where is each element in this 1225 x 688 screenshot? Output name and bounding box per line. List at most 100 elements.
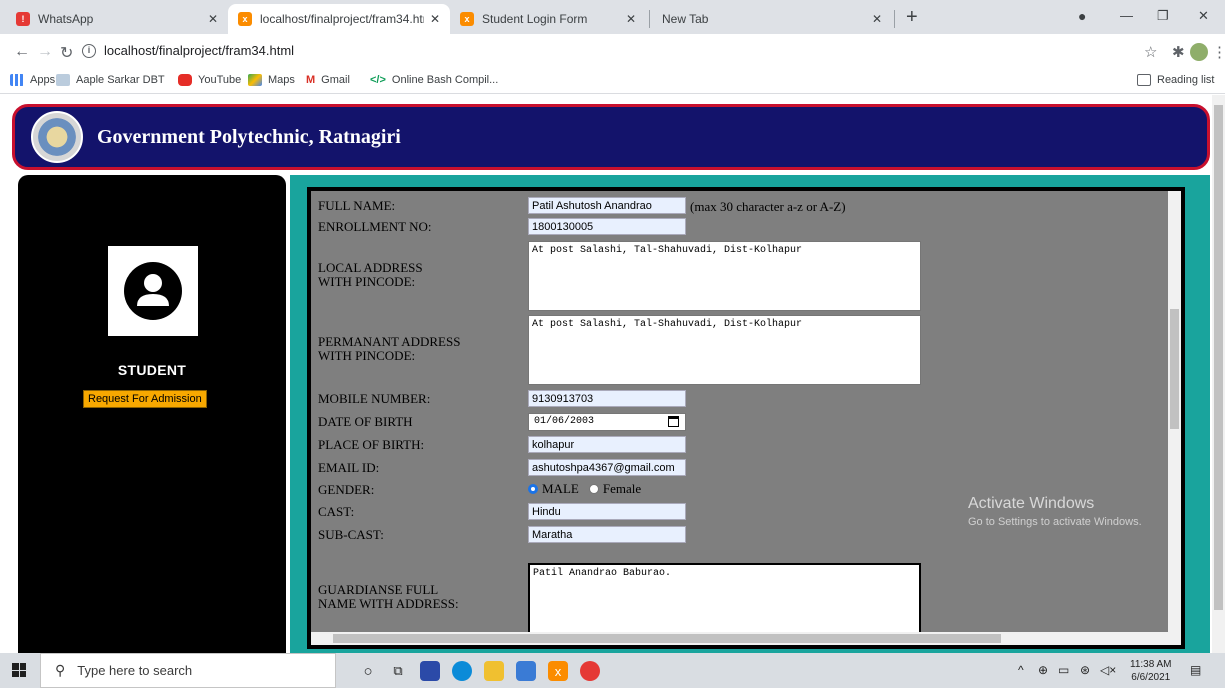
email-input[interactable]: ashutoshpa4367@gmail.com	[528, 459, 686, 476]
permanent-address-label-1: PERMANANT ADDRESS	[318, 334, 461, 349]
gender-male-label: MALE	[542, 481, 579, 496]
profile-menu-icon[interactable]: ●	[1078, 8, 1086, 24]
chrome-icon[interactable]	[580, 661, 600, 681]
close-tab-icon[interactable]: ✕	[430, 12, 440, 26]
menu-kebab-icon[interactable]: ⋮	[1212, 43, 1225, 61]
activate-windows-subtitle: Go to Settings to activate Windows.	[968, 516, 1142, 528]
bookmark-label: Aaple Sarkar DBT	[76, 74, 165, 86]
back-arrow-icon[interactable]: ←	[14, 43, 30, 61]
activate-windows-title: Activate Windows	[968, 495, 1095, 512]
guardian-label-1: GUARDIANSE FULL	[318, 582, 439, 597]
gmail-icon: M	[306, 74, 316, 86]
scrollbar-thumb[interactable]	[1214, 105, 1223, 610]
url-field[interactable]: i localhost/finalproject/fram34.html	[82, 43, 294, 58]
new-tab-plus-icon[interactable]: +	[906, 6, 918, 29]
gender-male-radio[interactable]	[528, 484, 538, 494]
document-app-icon[interactable]	[516, 661, 536, 681]
windows-start-icon[interactable]	[12, 663, 26, 677]
xampp-favicon-icon: x	[238, 12, 252, 26]
place-of-birth-input[interactable]: kolhapur	[528, 436, 686, 453]
page-vertical-scrollbar[interactable]	[1212, 95, 1225, 653]
extensions-puzzle-icon[interactable]: ✱	[1172, 43, 1185, 61]
scrollbar-thumb[interactable]	[333, 634, 1001, 643]
maps-icon	[248, 74, 262, 86]
tab-title: localhost/finalproject/fram34.htm	[260, 12, 424, 26]
search-icon: ⚲	[55, 662, 66, 678]
gender-radio-group: MALE Female	[528, 481, 641, 497]
student-sidebar: STUDENT Request For Admission	[18, 175, 286, 653]
bookmark-online-bash[interactable]: </> Online Bash Compil...	[370, 74, 498, 86]
local-address-textarea[interactable]: At post Salashi, Tal-Shahuvadi, Dist-Kol…	[528, 241, 921, 311]
bookmark-gmail[interactable]: M Gmail	[306, 74, 350, 86]
taskbar-search-box[interactable]: ⚲ Type here to search	[40, 653, 336, 688]
app-icon[interactable]	[420, 661, 440, 681]
dob-date-input[interactable]: 01/06/2003	[528, 413, 686, 431]
mobile-input[interactable]: 9130913703	[528, 390, 686, 407]
tray-chevron-icon[interactable]: ^	[1018, 663, 1024, 677]
dob-label: DATE OF BIRTH	[318, 414, 413, 429]
email-label: EMAIL ID:	[318, 460, 380, 475]
volume-icon[interactable]: ◁×	[1100, 663, 1116, 677]
bookmark-apps[interactable]: Apps	[10, 74, 55, 86]
restore-window-icon[interactable]: ❐	[1157, 8, 1169, 24]
aaple-sarkar-icon	[56, 74, 70, 86]
gender-female-radio[interactable]	[588, 484, 599, 494]
site-info-icon[interactable]: i	[82, 43, 96, 58]
tab-fram34[interactable]: x localhost/finalproject/fram34.htm ✕	[228, 4, 450, 34]
edge-icon[interactable]	[452, 661, 472, 681]
cortana-icon[interactable]: ○	[358, 661, 378, 681]
language-icon[interactable]: ⊛	[1080, 663, 1090, 677]
tab-new-tab[interactable]: New Tab ✕	[652, 4, 892, 34]
guardian-textarea[interactable]: Patil Anandrao Baburao.	[528, 563, 921, 635]
college-title: Government Polytechnic, Ratnagiri	[97, 125, 401, 148]
clock-time: 11:38 AM	[1130, 659, 1172, 670]
close-tab-icon[interactable]: ✕	[208, 12, 218, 26]
url-text: localhost/finalproject/fram34.html	[104, 43, 295, 58]
bookmark-maps[interactable]: Maps	[248, 74, 295, 86]
scrollbar-thumb[interactable]	[1170, 309, 1179, 429]
windows-taskbar: ⚲ Type here to search ○ ⧉ x ^ ⊕ ▭ ⊛ ◁× 1…	[0, 653, 1225, 688]
tray-app-icon[interactable]: ⊕	[1038, 663, 1048, 677]
form-panel: FULL NAME: Patil Ashutosh Anandrao (max …	[290, 175, 1210, 653]
reload-icon[interactable]: ↻	[60, 43, 73, 63]
enrollment-input[interactable]: 1800130005	[528, 218, 686, 235]
browser-tab-strip: ! WhatsApp ✕ x localhost/finalproject/fr…	[0, 0, 1225, 34]
bookmark-youtube[interactable]: YouTube	[178, 74, 241, 86]
request-admission-button[interactable]: Request For Admission	[83, 390, 207, 408]
search-placeholder: Type here to search	[77, 663, 193, 678]
bookmark-star-icon[interactable]: ☆	[1144, 43, 1157, 61]
xampp-icon[interactable]: x	[548, 661, 568, 681]
role-label: STUDENT	[117, 362, 187, 378]
forward-arrow-icon[interactable]: →	[37, 43, 53, 61]
bookmark-aaple-sarkar[interactable]: Aaple Sarkar DBT	[56, 74, 165, 86]
file-explorer-icon[interactable]	[484, 661, 504, 681]
close-tab-icon[interactable]: ✕	[626, 12, 636, 26]
system-clock[interactable]: 11:38 AM 6/6/2021	[1130, 658, 1172, 684]
notifications-icon[interactable]: ▤	[1190, 663, 1201, 677]
form-horizontal-scrollbar[interactable]	[311, 632, 1181, 645]
tab-student-login[interactable]: x Student Login Form ✕	[450, 4, 646, 34]
calendar-icon[interactable]	[668, 416, 679, 427]
form-iframe: FULL NAME: Patil Ashutosh Anandrao (max …	[307, 187, 1185, 649]
form-vertical-scrollbar[interactable]	[1168, 191, 1181, 632]
reading-list-button[interactable]: Reading list	[1137, 74, 1214, 86]
tab-whatsapp[interactable]: ! WhatsApp ✕	[6, 4, 228, 34]
dob-value: 01/06/2003	[534, 416, 595, 427]
gender-label: GENDER:	[318, 482, 375, 497]
profile-avatar-icon[interactable]	[1190, 43, 1208, 61]
bookmark-label: Gmail	[321, 74, 350, 86]
full-name-input[interactable]: Patil Ashutosh Anandrao	[528, 197, 686, 214]
cast-input[interactable]: Hindu	[528, 503, 686, 520]
enrollment-label: ENROLLMENT NO:	[318, 219, 432, 234]
sub-cast-input[interactable]: Maratha	[528, 526, 686, 543]
xampp-favicon-icon: x	[460, 12, 474, 26]
minimize-icon[interactable]: —	[1120, 8, 1133, 23]
network-icon[interactable]: ▭	[1058, 663, 1069, 677]
task-view-icon[interactable]: ⧉	[388, 661, 408, 681]
permanent-address-textarea[interactable]: At post Salashi, Tal-Shahuvadi, Dist-Kol…	[528, 315, 921, 385]
clock-date: 6/6/2021	[1131, 672, 1171, 683]
close-window-icon[interactable]: ✕	[1198, 8, 1209, 24]
gender-female-label: Female	[602, 481, 642, 496]
youtube-icon	[178, 74, 192, 86]
close-tab-icon[interactable]: ✕	[872, 12, 882, 26]
